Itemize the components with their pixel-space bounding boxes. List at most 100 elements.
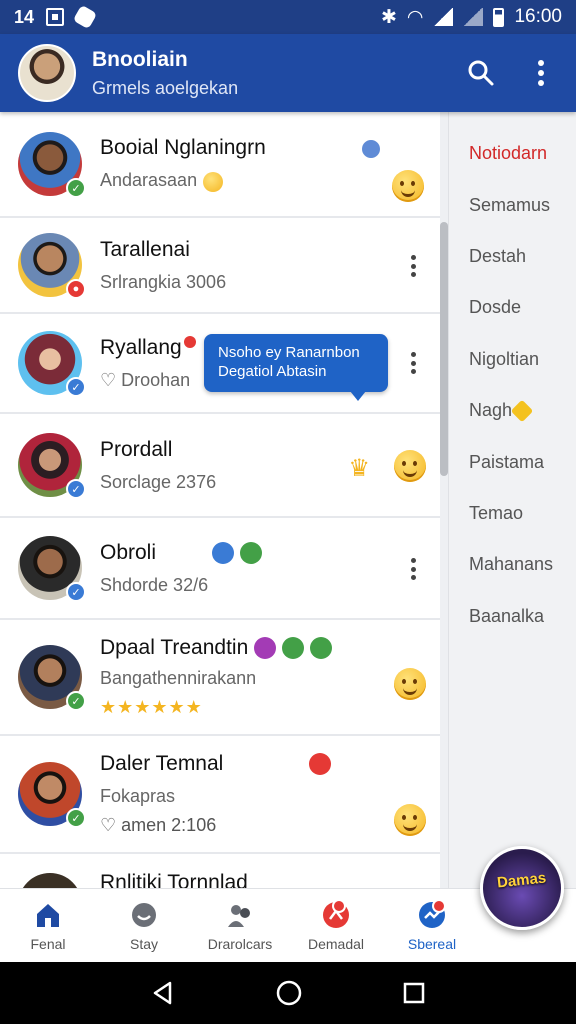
avatar: ✓ [18, 331, 86, 397]
verified-badge: ✓ [66, 178, 86, 198]
back-icon[interactable] [150, 980, 176, 1006]
home-icon [37, 903, 59, 927]
avatar [18, 872, 82, 888]
chat-row[interactable]: ✓ Obroli Shdorde 32/6 [0, 518, 440, 620]
avatar: ✓ [18, 132, 86, 198]
nav-label: Sbereal [407, 935, 457, 952]
bluetooth-icon: ✱ [380, 6, 397, 28]
side-item[interactable]: Notiodarn [449, 128, 576, 179]
side-panel: Notiodarn Semamus Destah Dosde Nigoltian… [448, 112, 576, 888]
chat-preview: Sorclage 2376 [100, 471, 217, 492]
nav-item-home[interactable]: Fenal [0, 889, 96, 962]
app-bar: Bnooliain Grmels aoelgekan [0, 34, 576, 112]
profile-avatar[interactable] [18, 44, 76, 102]
chat-name-text: Obroli [100, 540, 157, 564]
chat-row[interactable]: ✓ Ryallang ♡ Droohan Nsoho ey Ranarnbon … [0, 314, 440, 414]
notification-dot [432, 899, 446, 913]
chat-name: Prordall [100, 437, 173, 461]
chat-meta: ♡ amen 2:106 [100, 815, 440, 836]
badge-icon [309, 753, 332, 776]
search-button[interactable] [464, 56, 498, 90]
nav-label: Drarolcars [207, 935, 273, 952]
reaction-emoji-icon[interactable] [394, 668, 426, 700]
more-options-icon[interactable] [410, 558, 416, 580]
avatar: ✓ [18, 536, 86, 602]
signal-icon [433, 8, 454, 26]
nav-item-chat[interactable]: Demadal [288, 889, 384, 962]
nav-item-messenger[interactable]: Sbereal [384, 889, 480, 962]
badge-icon [310, 637, 333, 660]
status-time-right: 16:00 [514, 6, 562, 27]
side-item[interactable]: Nigoltian [449, 334, 576, 385]
settings-icon [72, 4, 98, 30]
side-item[interactable]: Paistama [449, 436, 576, 487]
fab-label: Damas [496, 868, 548, 892]
reaction-emoji-icon[interactable] [394, 804, 426, 836]
rating-stars: ★★★★★★ [100, 697, 203, 717]
scrollbar[interactable] [440, 222, 448, 476]
status-badge: ● [66, 279, 86, 299]
nav-label: Fenal [30, 935, 66, 952]
home-circle-icon[interactable] [275, 979, 303, 1007]
status-badge: ✓ [66, 582, 86, 602]
side-item[interactable]: Baanalka [449, 591, 576, 642]
chat-row[interactable]: Rnlitiki Tornnlad [0, 854, 440, 888]
emoji-icon [203, 171, 224, 192]
side-item[interactable]: Temao [449, 488, 576, 539]
chat-name: Obroli [100, 541, 440, 565]
avatar: ✓ [18, 762, 86, 828]
chat-name-text: Dpaal Treandtin [100, 636, 249, 659]
reaction-emoji-icon[interactable] [394, 450, 426, 482]
nav-label: Stay [129, 935, 158, 952]
people-icon [228, 904, 250, 927]
avatar: ✓ [18, 645, 86, 711]
floating-action-button[interactable]: Damas [480, 846, 564, 930]
chat-row[interactable]: ✓ Daler Temnal Fokapras ♡ amen 2:106 [0, 736, 440, 854]
page-title: Bnooliain [92, 47, 188, 71]
nav-item-story[interactable]: Stay [96, 889, 192, 962]
tooltip-bubble: Nsoho ey Ranarnbon Degatiol Abtasin [204, 334, 388, 401]
notification-dot [332, 899, 346, 913]
chat-preview: Fokapras [100, 786, 176, 806]
chat-name: Tarallenai [100, 237, 190, 261]
side-item[interactable]: Dosde [449, 282, 576, 333]
chat-name: Booial Nglaningrn [100, 136, 266, 160]
chat-name-text: Ryallang [100, 335, 182, 359]
verified-badge: ✓ [66, 691, 86, 711]
chat-meta-text: amen 2:106 [121, 815, 217, 835]
side-item[interactable]: Destah [449, 231, 576, 282]
status-badge: ✓ [66, 479, 86, 499]
more-vertical-icon [538, 60, 544, 86]
nav-label: Demadal [307, 935, 365, 952]
recents-icon[interactable] [402, 981, 426, 1005]
chat-row[interactable]: ● Tarallenai Srlrangkia 3006 [0, 218, 440, 314]
chat-row[interactable]: ✓ Prordall Sorclage 2376 ♛ [0, 414, 440, 518]
chat-name: Rnlitiki Tornnlad [100, 870, 248, 889]
tooltip-line-2: Degatiol Abtasin [218, 363, 327, 380]
avatar: ✓ [18, 433, 86, 499]
more-options-icon[interactable] [410, 352, 416, 374]
verified-badge: ✓ [66, 808, 86, 828]
chat-preview: Bangathennirakann [100, 668, 257, 688]
status-badge: ✓ [66, 377, 86, 397]
nav-item-people[interactable]: Drarolcars [192, 889, 288, 962]
chat-preview-text: Droohan [121, 369, 191, 390]
chat-list: ✓ Booial Nglaningrn Andarasaan ● Taralle… [0, 112, 440, 888]
more-options-button[interactable] [524, 56, 558, 90]
side-item[interactable]: Semamus [449, 179, 576, 230]
status-bar: 14 ✱ ◠ 16:00 [0, 0, 576, 34]
more-options-icon[interactable] [410, 255, 416, 277]
chat-row[interactable]: ✓ Dpaal Treandtin Bangathennirakann ★★★★… [0, 620, 440, 736]
chat-name-text: Daler Temnal [100, 752, 224, 775]
chat-name: Daler Temnal [100, 752, 440, 776]
chat-preview: Shdorde 32/6 [100, 574, 209, 595]
badge-icon [240, 541, 263, 564]
side-item[interactable]: Mahanans [449, 539, 576, 590]
badge-icon [282, 637, 305, 660]
system-nav-bar [0, 962, 576, 1024]
chat-row[interactable]: ✓ Booial Nglaningrn Andarasaan [0, 112, 440, 218]
side-item[interactable]: Nagh [449, 385, 576, 436]
reaction-emoji-icon[interactable] [392, 170, 424, 202]
heart-icon: ♡ [100, 369, 122, 390]
badge-icon [254, 637, 277, 660]
